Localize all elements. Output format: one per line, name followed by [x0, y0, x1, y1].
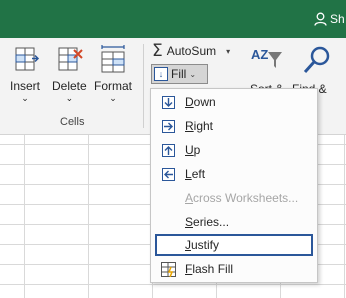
flash-fill-icon: [160, 261, 176, 277]
sort-filter-icon: AZ: [251, 47, 282, 68]
menu-item-left[interactable]: Left: [155, 163, 313, 185]
arrow-right-icon: [161, 119, 175, 133]
menu-item-right[interactable]: Right: [155, 115, 313, 137]
arrow-down-icon: [161, 95, 175, 109]
delete-button[interactable]: Delete ⌄: [52, 44, 87, 103]
fill-down-icon: ↓: [154, 67, 168, 81]
insert-label: Insert: [10, 79, 41, 93]
menu-item-up[interactable]: Up: [155, 139, 313, 161]
format-button[interactable]: Format ⌄: [94, 44, 132, 103]
arrow-up-icon: [161, 143, 175, 157]
menu-item-down[interactable]: Down: [155, 91, 313, 113]
format-label: Format: [94, 79, 133, 93]
autosum-button[interactable]: Σ AutoSum ▾: [152, 42, 230, 60]
menu-item-series[interactable]: Series...: [155, 211, 313, 233]
menu-item-flash-fill[interactable]: Flash Fill: [155, 258, 313, 280]
format-cells-icon: [101, 45, 125, 73]
group-divider: [143, 44, 144, 128]
menu-item-label: Justify: [185, 238, 220, 252]
menu-item-label: Left: [185, 167, 206, 181]
arrow-left-icon: [161, 167, 175, 181]
sort-az-text: AZ: [251, 47, 268, 62]
menu-item-label: Right: [185, 119, 214, 133]
fill-button[interactable]: ↓ Fill ⌄: [151, 64, 208, 84]
delete-cells-icon: [58, 47, 84, 71]
chevron-down-icon: ⌄: [21, 93, 29, 103]
menu-item-across-worksheets: Across Worksheets...: [155, 187, 313, 209]
menu-item-label: Flash Fill: [185, 262, 234, 276]
account-button[interactable]: Sh: [314, 12, 345, 26]
insert-button[interactable]: Insert ⌄: [10, 44, 40, 103]
cells-group-label: Cells: [60, 116, 85, 128]
autosum-label: AutoSum: [166, 44, 217, 58]
fill-label: Fill: [171, 67, 187, 81]
sigma-icon: Σ: [152, 41, 163, 61]
user-icon: [314, 12, 327, 26]
menu-item-label: Series...: [185, 215, 230, 229]
menu-item-justify[interactable]: Justify: [155, 234, 313, 256]
fill-dropdown-menu: Down Right Up Left Across Worksheets... …: [150, 88, 318, 283]
menu-item-label: Down: [185, 95, 216, 109]
chevron-down-icon[interactable]: ▾: [226, 47, 230, 56]
chevron-down-icon: ⌄: [109, 93, 117, 103]
insert-cells-icon: [15, 47, 40, 71]
chevron-down-icon: ⌄: [65, 93, 74, 103]
delete-label: Delete: [52, 79, 87, 93]
magnifier-icon: [303, 46, 330, 74]
chevron-down-icon: ⌄: [189, 69, 197, 79]
user-initials: Sh: [330, 12, 345, 26]
menu-item-label: Up: [185, 143, 201, 157]
menu-item-label: Across Worksheets...: [185, 191, 299, 205]
title-bar: [0, 0, 346, 38]
